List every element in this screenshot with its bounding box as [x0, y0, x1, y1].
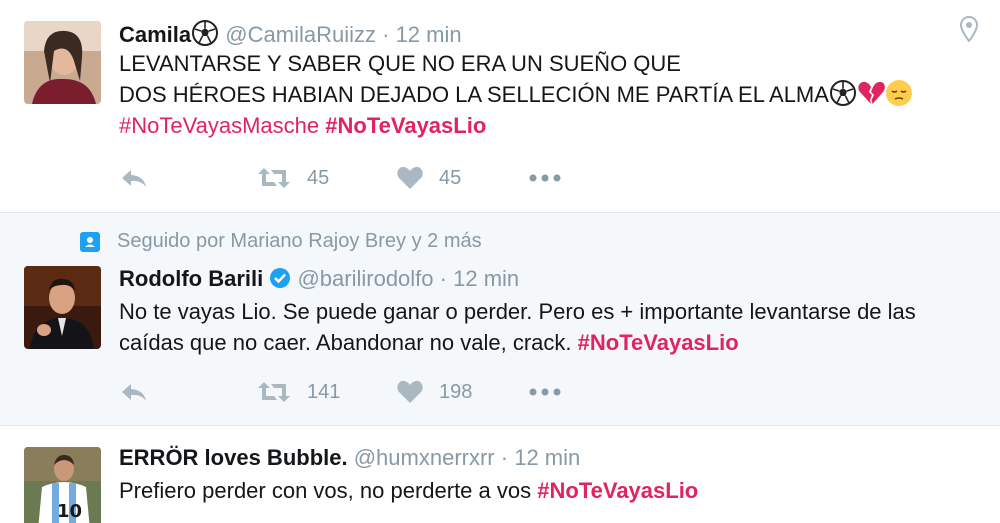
more-icon: [529, 174, 561, 182]
tweet-camila[interactable]: Camila @CamilaRuiizz · 12 min LEVANTARSE…: [0, 0, 1000, 213]
tweet-line-2: caídas que no caer. Abandonar no vale, c…: [119, 330, 739, 355]
tweet-text: LEVANTARSE Y SABER QUE NO ERA UN SUEÑO Q…: [119, 48, 913, 141]
author-name[interactable]: Camila: [119, 22, 191, 47]
tweet-rodolfo[interactable]: Seguido por Mariano Rajoy Brey y 2 más R…: [0, 213, 1000, 426]
like-count: 198: [439, 380, 473, 403]
timestamp[interactable]: 12 min: [514, 445, 580, 470]
tweet-hashtags: #NoTeVayasMasche #NoTeVayasLio: [119, 110, 913, 141]
social-context-text[interactable]: Seguido por Mariano Rajoy Brey y 2 más: [117, 230, 482, 253]
tweet-actions: 141 198: [119, 377, 599, 407]
soccer-ball-icon: [192, 20, 219, 46]
tweet-header: Camila @CamilaRuiizz · 12 min: [119, 19, 462, 48]
like-count: 45: [439, 166, 462, 189]
tweet-header: Rodolfo Barili @barilirodolfo · 12 min: [119, 266, 519, 292]
reply-button[interactable]: [119, 163, 149, 193]
social-context: Seguido por Mariano Rajoy Brey y 2 más: [80, 230, 482, 253]
tweet-line-2: DOS HÉROES HABIAN DEJADO LA SELLECIÓN ME…: [119, 79, 913, 110]
pensive-face-icon: [885, 80, 912, 106]
author-handle[interactable]: @barilirodolfo: [297, 266, 433, 291]
more-button[interactable]: [529, 377, 561, 407]
heart-icon: [397, 380, 423, 403]
avatar-rodolfo[interactable]: [24, 266, 101, 349]
timestamp[interactable]: 12 min: [396, 22, 462, 47]
avatar-camila[interactable]: [24, 21, 101, 104]
avatar-error[interactable]: 10: [24, 447, 101, 523]
broken-heart-icon: [858, 81, 885, 104]
tweet-header: ERRÖR loves Bubble. @humxnerrxrr · 12 mi…: [119, 445, 580, 471]
tweet-line-1: No te vayas Lio. Se puede ganar o perder…: [119, 299, 916, 324]
tweet-text: Prefiero perder con vos, no perderte a v…: [119, 475, 698, 506]
soccer-ball-icon: [829, 80, 856, 106]
author-handle[interactable]: @CamilaRuiizz: [225, 22, 376, 47]
retweet-count: 45: [307, 166, 330, 189]
like-button[interactable]: 45: [397, 163, 461, 193]
hashtag-link[interactable]: #NoTeVayasLio: [325, 113, 486, 138]
author-handle[interactable]: @humxnerrxrr: [354, 445, 495, 470]
separator-dot: ·: [382, 22, 390, 47]
reply-icon: [122, 170, 146, 187]
retweet-button[interactable]: 45: [257, 163, 329, 193]
verified-badge-icon: [270, 268, 291, 288]
separator-dot: ·: [439, 266, 447, 291]
retweet-button[interactable]: 141: [257, 377, 340, 407]
location-pin-icon[interactable]: [960, 16, 978, 42]
separator-dot: ·: [500, 445, 509, 470]
retweet-icon: [258, 168, 290, 188]
author-name[interactable]: Rodolfo Barili: [119, 266, 263, 291]
retweet-count: 141: [307, 380, 341, 403]
hashtag-link[interactable]: #NoTeVayasLio: [537, 478, 698, 503]
tweet-text: No te vayas Lio. Se puede ganar o perder…: [119, 296, 916, 358]
follow-context-icon: [80, 231, 100, 252]
heart-icon: [397, 166, 423, 189]
hashtag-link[interactable]: #NoTeVayasLio: [578, 330, 739, 355]
more-icon: [529, 388, 561, 396]
author-name[interactable]: ERRÖR loves Bubble.: [119, 445, 348, 470]
retweet-icon: [258, 382, 290, 402]
reply-icon: [122, 384, 146, 401]
hashtag-link[interactable]: #NoTeVayasMasche: [119, 113, 319, 138]
more-button[interactable]: [529, 163, 561, 193]
tweet-line-1: LEVANTARSE Y SABER QUE NO ERA UN SUEÑO Q…: [119, 51, 681, 76]
tweet-line-1: Prefiero perder con vos, no perderte a v…: [119, 478, 532, 503]
like-button[interactable]: 198: [397, 377, 472, 407]
svg-text:10: 10: [57, 501, 82, 522]
tweet-actions: 45 45: [119, 163, 599, 193]
tweet-error[interactable]: 10 ERRÖR loves Bubble. @humxnerrxrr · 12…: [0, 426, 1000, 523]
reply-button[interactable]: [119, 377, 149, 407]
timestamp[interactable]: 12 min: [453, 266, 519, 291]
